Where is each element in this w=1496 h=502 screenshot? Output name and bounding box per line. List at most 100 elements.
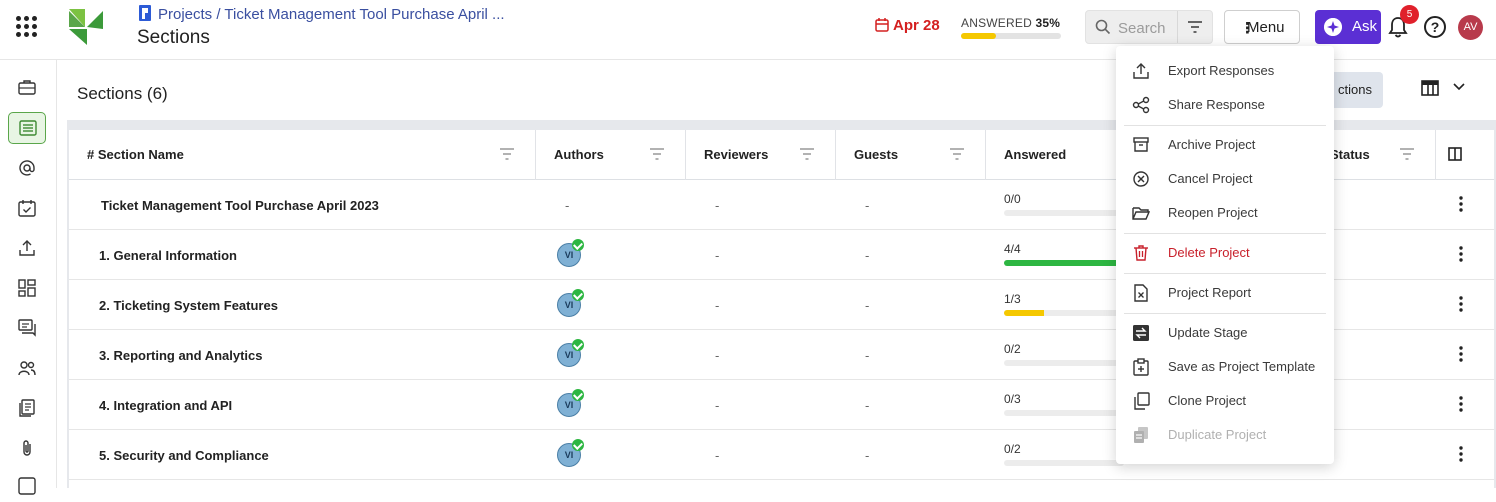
section-name[interactable]: 1. General Information [99,248,237,263]
answered-progress-bar [1004,360,1124,366]
menu-divider [1124,125,1326,126]
guests-cell: - [865,248,870,263]
due-date[interactable]: Apr 28 [875,17,940,34]
section-name[interactable]: 5. Security and Compliance [99,448,269,463]
filter-icon[interactable] [1187,20,1203,34]
answered-progress-bar [1004,210,1124,216]
filter-icon[interactable] [1399,148,1415,160]
menu-item-cancel-project[interactable]: Cancel Project [1116,162,1334,196]
menu-item-duplicate-project: Duplicate Project [1116,418,1334,452]
brand-logo[interactable] [67,7,105,47]
answered-progress-bar [1004,260,1124,266]
template-icon [1133,358,1149,376]
row-actions-kebab-icon[interactable] [1459,396,1463,417]
sidebar-item-users[interactable] [8,352,46,384]
user-avatar[interactable]: AV [1458,15,1483,40]
sections-button-label: ctions [1338,82,1372,97]
menu-button[interactable]: ⋮ Menu [1224,10,1300,44]
apps-grid-icon[interactable] [14,14,40,40]
column-reviewers[interactable]: Reviewers [686,130,836,180]
answered-count: 4/4 [1004,242,1021,256]
authors-cell: - [565,198,570,213]
filter-icon[interactable] [949,148,965,160]
filter-icon[interactable] [799,148,815,160]
row-actions-kebab-icon[interactable] [1459,446,1463,467]
reviewers-cell: - [715,198,720,213]
left-sidebar [0,60,57,495]
search-icon [1095,19,1111,35]
users-icon [18,361,36,376]
reviewers-cell: - [715,298,720,313]
reviewers-cell: - [715,348,720,363]
row-actions-kebab-icon[interactable] [1459,296,1463,317]
menu-item-clone-project[interactable]: Clone Project [1116,384,1334,418]
menu-item-update-stage[interactable]: Update Stage [1116,316,1334,350]
menu-item-share-response[interactable]: Share Response [1116,88,1334,122]
sidebar-item-calendar[interactable] [8,192,46,224]
answered-progress-fill [961,33,996,39]
menu-item-save-as-template[interactable]: Save as Project Template [1116,350,1334,384]
sidebar-item-comments[interactable] [8,312,46,344]
section-name[interactable]: 4. Integration and API [99,398,232,413]
folder-open-icon [1132,207,1150,220]
archive-icon [1133,137,1149,152]
table-layout-icon[interactable] [1421,80,1439,96]
ask-button[interactable]: Ask [1315,10,1381,44]
answered-count: 0/2 [1004,342,1021,356]
menu-button-label: Menu [1247,19,1285,36]
answered-count: 0/0 [1004,192,1021,206]
page-title: Sections [137,27,210,48]
search-input[interactable]: Search [1118,20,1166,37]
ask-button-label: Ask [1352,18,1378,35]
row-actions-kebab-icon[interactable] [1459,346,1463,367]
sidebar-item-mentions[interactable] [8,152,46,184]
sidebar-item-sections[interactable] [8,112,46,144]
columns-icon[interactable] [1448,147,1462,161]
answered-count: 1/3 [1004,292,1021,306]
documents-icon [19,399,35,417]
guests-cell: - [865,398,870,413]
due-date-text: Apr 28 [893,17,940,34]
column-authors[interactable]: Authors [536,130,686,180]
menu-item-archive-project[interactable]: Archive Project [1116,128,1334,162]
sidebar-item-briefcase[interactable] [8,72,46,104]
reviewers-cell: - [715,448,720,463]
filter-icon[interactable] [499,148,515,160]
sidebar-item-documents[interactable] [8,392,46,424]
menu-item-delete-project[interactable]: Delete Project [1116,236,1334,270]
column-section-name[interactable]: # Section Name [69,130,536,180]
help-icon[interactable]: ? [1424,16,1446,38]
column-guests[interactable]: Guests [836,130,986,180]
breadcrumb[interactable]: Projects / Ticket Management Tool Purcha… [138,5,505,23]
report-icon [1134,284,1148,302]
guests-cell: - [865,298,870,313]
breadcrumb-text[interactable]: Projects / Ticket Management Tool Purcha… [158,6,505,23]
menu-item-export-responses[interactable]: Export Responses [1116,54,1334,88]
menu-item-project-report[interactable]: Project Report [1116,276,1334,310]
section-name[interactable]: 2. Ticketing System Features [99,298,278,313]
answered-progress-bar [1004,310,1124,316]
project-icon [139,5,151,21]
column-settings[interactable] [1436,130,1494,180]
sidebar-item-attachments[interactable] [8,432,46,464]
search-box[interactable]: Search [1085,10,1213,44]
sidebar-item-help[interactable] [8,470,46,502]
divider [1177,11,1178,43]
sections-heading: Sections (6) [77,84,168,103]
ai-sparkle-icon [1324,18,1342,36]
filter-icon[interactable] [649,148,665,160]
section-name[interactable]: 3. Reporting and Analytics [99,348,263,363]
row-actions-kebab-icon[interactable] [1459,196,1463,217]
stage-icon [1133,325,1149,341]
guests-cell: - [865,198,870,213]
duplicate-icon [1134,427,1148,443]
row-actions-kebab-icon[interactable] [1459,246,1463,267]
sidebar-item-upload[interactable] [8,232,46,264]
answered-percent: 35% [1035,16,1061,30]
answered-progress-bar [961,33,1061,39]
answered-progress-fill [1004,310,1044,316]
chevron-down-icon[interactable] [1453,82,1465,92]
sidebar-item-dashboard[interactable] [8,272,46,304]
section-name[interactable]: Ticket Management Tool Purchase April 20… [101,198,379,213]
menu-item-reopen-project[interactable]: Reopen Project [1116,196,1334,230]
